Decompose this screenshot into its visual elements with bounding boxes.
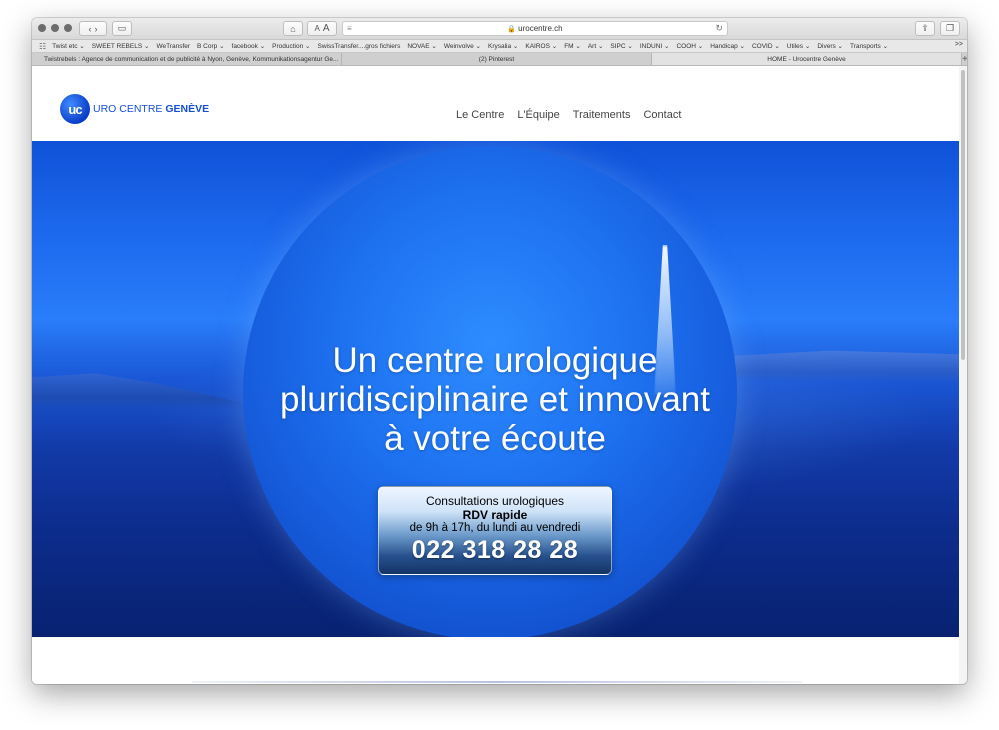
bookmark-item[interactable]: SwissTransfer....gros fichiers [317, 43, 400, 50]
cta-phone-number[interactable]: 022 318 28 28 [379, 536, 611, 565]
logo-text: URO CENTRE GENÈVE [93, 103, 209, 115]
hero-banner: Un centre urologique pluridisciplinaire … [32, 141, 959, 637]
content-below-hero [32, 637, 959, 684]
lock-icon: 🔒 [507, 25, 517, 33]
bookmark-item[interactable]: Krysalia ⌄ [488, 42, 518, 50]
tab-title: (2) Pinterest [478, 55, 515, 63]
address-bar[interactable]: ≡ 🔒 urocentre.ch ↻ [342, 21, 728, 36]
tab-title: HOME - Urocentre Genève [767, 55, 846, 63]
logo-mark: uc [60, 94, 90, 124]
bookmark-item[interactable]: Handicap ⌄ [710, 42, 745, 50]
forward-icon[interactable]: › [95, 24, 98, 34]
tab-twistrebels[interactable]: Twistrebels : Agence de communication et… [32, 53, 342, 65]
cta-rdv: RDV rapide [462, 508, 528, 522]
bookmark-item[interactable]: INDUNI ⌄ [640, 42, 670, 50]
bookmark-item[interactable]: COOH ⌄ [676, 42, 703, 50]
nav-equipe[interactable]: L'Équipe [517, 109, 559, 121]
window-controls [38, 24, 72, 32]
bookmark-item[interactable]: FM ⌄ [564, 42, 581, 50]
zoom-window-button[interactable] [64, 24, 72, 32]
sidebar-icon: ▭ [117, 23, 127, 33]
tab-pinterest[interactable]: (2) Pinterest [342, 53, 652, 65]
site-logo[interactable]: uc URO CENTRE GENÈVE [60, 94, 209, 124]
browser-toolbar: ‹ › ▭ ⌂ A A ≡ 🔒 urocentre.ch ↻ ⇪ ❐ [32, 18, 967, 40]
reload-icon[interactable]: ↻ [715, 23, 723, 34]
bookmark-item[interactable]: Art ⌄ [588, 42, 604, 50]
nav-traitements[interactable]: Traitements [573, 109, 631, 121]
browser-window: ‹ › ▭ ⌂ A A ≡ 🔒 urocentre.ch ↻ ⇪ ❐ ☷ Twi… [32, 18, 967, 684]
page-scrollbar[interactable] [959, 66, 967, 684]
plus-icon: + [962, 53, 967, 65]
tab-urocentre[interactable]: HOME - Urocentre Genève [652, 53, 962, 65]
share-button[interactable]: ⇪ [915, 21, 935, 36]
back-icon[interactable]: ‹ [89, 24, 92, 34]
minimize-window-button[interactable] [51, 24, 59, 32]
appointment-cta[interactable]: Consultations urologiques RDV rapide de … [378, 486, 612, 575]
tabs-icon: ❐ [945, 23, 955, 33]
home-button[interactable]: ⌂ [283, 21, 303, 36]
main-nav: Le Centre L'Équipe Traitements Contact [456, 109, 681, 121]
logo-text-uro: URO CENTRE [93, 103, 163, 115]
shoreline-left [32, 373, 242, 411]
bookmark-item[interactable]: Weinvolve ⌄ [444, 42, 481, 50]
new-tab-button[interactable]: + [962, 53, 967, 65]
headline-line: pluridisciplinaire et innovant [280, 380, 710, 419]
cta-hours: de 9h à 17h, du lundi au vendredi [409, 522, 581, 534]
text-larger-icon[interactable]: A [323, 23, 330, 34]
bookmark-item[interactable]: SWEET REBELS ⌄ [92, 42, 150, 50]
tabs-overview-button[interactable]: ❐ [940, 21, 960, 36]
bookmark-item[interactable]: Production ⌄ [272, 42, 310, 50]
bookmark-item[interactable]: facebook ⌄ [232, 42, 266, 50]
bookmark-item[interactable]: WeTransfer [156, 43, 190, 50]
headline-line: Un centre urologique [332, 341, 658, 380]
grid-icon[interactable]: ☷ [39, 42, 46, 51]
bookmark-item[interactable]: Twist etc ⌄ [52, 42, 85, 50]
close-window-button[interactable] [38, 24, 46, 32]
bookmarks-more-button[interactable]: >> [955, 41, 963, 48]
bookmark-item[interactable]: SIPC ⌄ [610, 42, 632, 50]
bookmark-item[interactable]: Divers ⌄ [817, 42, 843, 50]
text-size-button[interactable]: A A [307, 21, 337, 36]
section-divider [192, 681, 802, 683]
headline-line: à votre écoute [384, 419, 606, 458]
bookmark-item[interactable]: COVID ⌄ [752, 42, 780, 50]
bookmark-item[interactable]: KAIROS ⌄ [525, 42, 557, 50]
tab-bar: Twistrebels : Agence de communication et… [32, 53, 967, 66]
back-forward-buttons[interactable]: ‹ › [79, 21, 107, 36]
cta-title: Consultations urologiques [425, 494, 565, 508]
bookmark-item[interactable]: NOVAE ⌄ [407, 42, 437, 50]
home-icon: ⌂ [290, 23, 296, 34]
url-text: urocentre.ch [518, 24, 563, 33]
nav-contact[interactable]: Contact [643, 109, 681, 121]
share-icon: ⇪ [921, 23, 929, 33]
text-smaller-icon[interactable]: A [314, 24, 319, 33]
tab-title: Twistrebels : Agence de communication et… [44, 55, 339, 63]
bookmark-item[interactable]: Transports ⌄ [850, 42, 888, 50]
reader-icon[interactable]: ≡ [347, 24, 352, 33]
sidebar-button[interactable]: ▭ [112, 21, 132, 36]
logo-text-geneve: GENÈVE [165, 103, 210, 115]
hero-headline: Un centre urologique pluridisciplinaire … [215, 341, 775, 458]
web-page: uc URO CENTRE GENÈVE Le Centre L'Équipe … [32, 66, 959, 684]
nav-le-centre[interactable]: Le Centre [456, 109, 504, 121]
scrollbar-thumb[interactable] [961, 70, 965, 360]
bookmark-item[interactable]: B Corp ⌄ [197, 42, 224, 50]
bookmark-item[interactable]: Utiles ⌄ [787, 42, 811, 50]
bookmarks-bar: ☷ Twist etc ⌄ SWEET REBELS ⌄ WeTransfer … [32, 40, 967, 53]
